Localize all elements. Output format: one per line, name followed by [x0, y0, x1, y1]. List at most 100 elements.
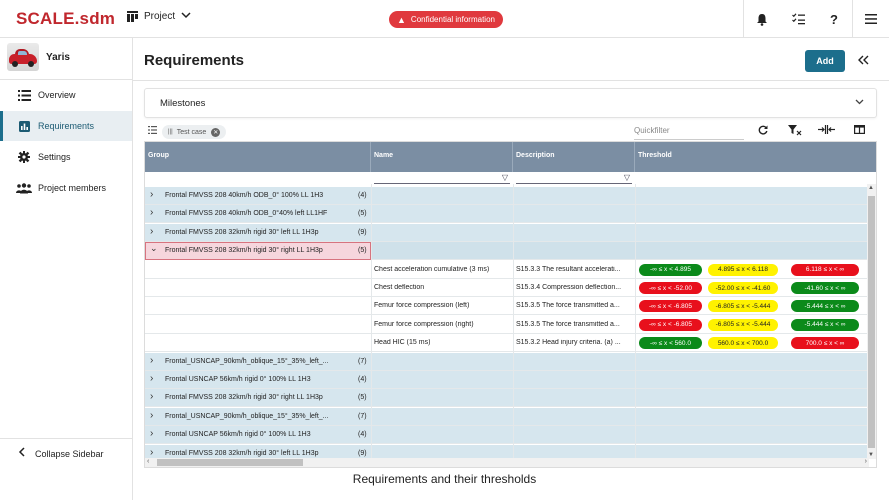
- double-chevron-left-icon[interactable]: [857, 52, 869, 68]
- requirement-description: S15.3.4 Compression deflection...: [516, 284, 622, 291]
- group-count: (4): [358, 431, 367, 439]
- threshold-pill-red: -∞ ≤ x < -6.805: [639, 318, 702, 331]
- add-button[interactable]: Add: [805, 50, 845, 72]
- requirement-row[interactable]: Chest deflection S15.3.4 Compression defl…: [145, 279, 869, 297]
- group-row[interactable]: › Frontal FMVSS 208 40km/h ODB_0° 100% LL…: [145, 187, 869, 205]
- help-icon[interactable]: ?: [816, 0, 852, 38]
- collapse-sidebar-label: Collapse Sidebar: [35, 448, 104, 459]
- group-row[interactable]: › Frontal FMVSS 208 40km/h ODB_0°40% left…: [145, 205, 869, 224]
- requirement-name: Head HIC (15 ms): [374, 339, 431, 347]
- scrollbar-thumb[interactable]: [868, 196, 875, 448]
- group-row[interactable]: › Frontal FMVSS 208 32km/h rigid 30° righ…: [145, 389, 869, 408]
- requirement-row[interactable]: Femur force compression (left) S15.3.5 Th…: [145, 297, 869, 316]
- chevron-right-icon[interactable]: ›: [150, 391, 153, 402]
- clear-filter-icon[interactable]: [788, 125, 802, 138]
- group-name: Frontal FMVSS 208 32km/h rigid 30° right…: [165, 394, 323, 402]
- group-row[interactable]: › Frontal USNCAP 56km/h rigid 0° 100% LL …: [145, 426, 869, 445]
- checklist-icon[interactable]: [780, 0, 816, 38]
- vertical-scrollbar[interactable]: ▲ ▼: [867, 184, 876, 459]
- threshold-pill-green: -∞ ≤ x < 560.0: [639, 337, 702, 350]
- chevron-right-icon[interactable]: ›: [150, 447, 153, 458]
- group-name: Frontal_USNCAP_90km/h_oblique_15°_35%_le…: [165, 412, 329, 420]
- funnel-icon: ▽: [623, 173, 630, 182]
- group-count: (5): [358, 247, 367, 255]
- group-count: (9): [358, 449, 367, 457]
- group-count: (5): [358, 210, 367, 218]
- requirement-row[interactable]: Femur force compression (right) S15.3.5 T…: [145, 315, 869, 334]
- project-name: Yaris: [46, 52, 70, 63]
- refresh-icon[interactable]: [758, 125, 768, 137]
- group-name: Frontal_USNCAP_90km/h_oblique_15°_35%_le…: [165, 357, 329, 365]
- confidential-label: Confidential information: [410, 15, 495, 24]
- list-icon: [16, 89, 32, 101]
- threshold-pill-green: -5.444 ≤ x < ∞: [791, 300, 859, 313]
- group-row[interactable]: › Frontal_USNCAP_90km/h_oblique_15°_35%_l…: [145, 352, 869, 371]
- chevron-right-icon[interactable]: ›: [150, 226, 153, 237]
- chevron-right-icon[interactable]: ›: [150, 355, 153, 366]
- project-thumbnail: [7, 43, 39, 71]
- threshold-pill-green: -5.444 ≤ x < ∞: [791, 318, 859, 331]
- sidebar-item-overview[interactable]: Overview: [0, 80, 132, 110]
- group-row[interactable]: › Frontal FMVSS 208 32km/h rigid 30° left…: [145, 223, 869, 242]
- page-title: Requirements: [144, 52, 245, 69]
- app-logo[interactable]: SCALE.sdm: [16, 9, 115, 29]
- horizontal-scrollbar[interactable]: ‹ ›: [145, 458, 869, 467]
- column-header-name[interactable]: Name: [371, 142, 513, 172]
- requirement-description: S15.3.5 The force transmitted a...: [516, 320, 620, 328]
- chevron-right-icon[interactable]: ›: [150, 410, 153, 421]
- sidebar-item-requirements[interactable]: Requirements: [0, 111, 132, 141]
- expanded-group-row[interactable]: ⌄ Frontal FMVSS 208 32km/h rigid 30° righ…: [145, 242, 869, 261]
- gear-icon: [16, 151, 32, 163]
- sidebar-item-project-members[interactable]: Project members: [0, 173, 132, 203]
- column-header-group[interactable]: Group: [145, 142, 371, 172]
- funnel-icon: ▽: [501, 173, 508, 182]
- group-row[interactable]: › Frontal_USNCAP_90km/h_oblique_15°_35%_l…: [145, 407, 869, 426]
- chevron-right-icon[interactable]: ›: [150, 189, 153, 200]
- collapse-sidebar-button[interactable]: Collapse Sidebar: [0, 438, 132, 468]
- chevron-down-icon[interactable]: ⌄: [150, 243, 158, 254]
- milestones-panel[interactable]: Milestones: [144, 88, 877, 118]
- column-header-description[interactable]: Description: [513, 142, 635, 172]
- menu-icon[interactable]: [853, 0, 889, 38]
- column-header-threshold[interactable]: Threshold: [635, 142, 876, 172]
- project-icon: [127, 11, 138, 22]
- bell-icon[interactable]: [744, 0, 780, 38]
- sidebar-item-settings[interactable]: Settings: [0, 142, 132, 172]
- group-count: (7): [358, 412, 367, 420]
- requirement-name: Femur force compression (right): [374, 320, 474, 328]
- threshold-pill-green: -∞ ≤ x < 4.895: [639, 263, 702, 276]
- chevron-right-icon[interactable]: ›: [150, 207, 153, 218]
- columns-icon[interactable]: [854, 125, 866, 136]
- chevron-left-icon: [18, 447, 25, 460]
- threshold-pill-red: 6.118 ≤ x < ∞: [791, 263, 859, 276]
- close-icon[interactable]: ✕: [211, 127, 221, 137]
- quickfilter-input[interactable]: Quickfilter: [634, 126, 744, 135]
- requirement-description: S15.3.2 Head injury criteria. (a) ...: [516, 339, 621, 347]
- requirement-row[interactable]: Head HIC (15 ms) S15.3.2 Head injury crit…: [145, 334, 869, 353]
- confidential-badge: ▲ Confidential information: [389, 11, 503, 28]
- description-filter-input[interactable]: ▽: [516, 173, 632, 184]
- group-name: Frontal FMVSS 208 40km/h ODB_0° 100% LL …: [165, 192, 324, 199]
- group-chip-label: Test case: [176, 128, 207, 136]
- project-menu[interactable]: Project: [127, 11, 191, 22]
- requirement-name: Chest acceleration cumulative (3 ms): [374, 265, 490, 273]
- requirement-row[interactable]: Chest acceleration cumulative (3 ms) S15.…: [145, 260, 869, 279]
- warning-icon: ▲: [397, 14, 406, 25]
- chevron-right-icon[interactable]: ›: [150, 428, 153, 439]
- chevron-right-icon[interactable]: ›: [150, 373, 153, 384]
- sidebar-item-label: Settings: [38, 152, 71, 162]
- sidebar-item-label: Overview: [38, 90, 76, 100]
- group-name: Frontal FMVSS 208 32km/h rigid 30° right…: [165, 247, 323, 255]
- group-panel-icon[interactable]: [148, 126, 157, 136]
- figure-caption: Requirements and their thresholds: [352, 472, 537, 486]
- main-header: Requirements Add: [133, 38, 889, 81]
- group-chip[interactable]: ||| Test case ✕: [162, 125, 227, 139]
- threshold-pill-yellow: 560.0 ≤ x < 700.0: [708, 337, 778, 350]
- group-row[interactable]: › Frontal USNCAP 56km/h rigid 0° 100% LL …: [145, 371, 869, 389]
- fit-columns-icon[interactable]: [818, 125, 835, 136]
- scrollbar-thumb[interactable]: [157, 459, 303, 466]
- name-filter-input[interactable]: ▽: [374, 173, 510, 184]
- group-count: (5): [358, 394, 367, 402]
- grid-icon: |||: [168, 129, 173, 135]
- group-name: Frontal USNCAP 56km/h rigid 0° 100% LL 1…: [165, 376, 311, 383]
